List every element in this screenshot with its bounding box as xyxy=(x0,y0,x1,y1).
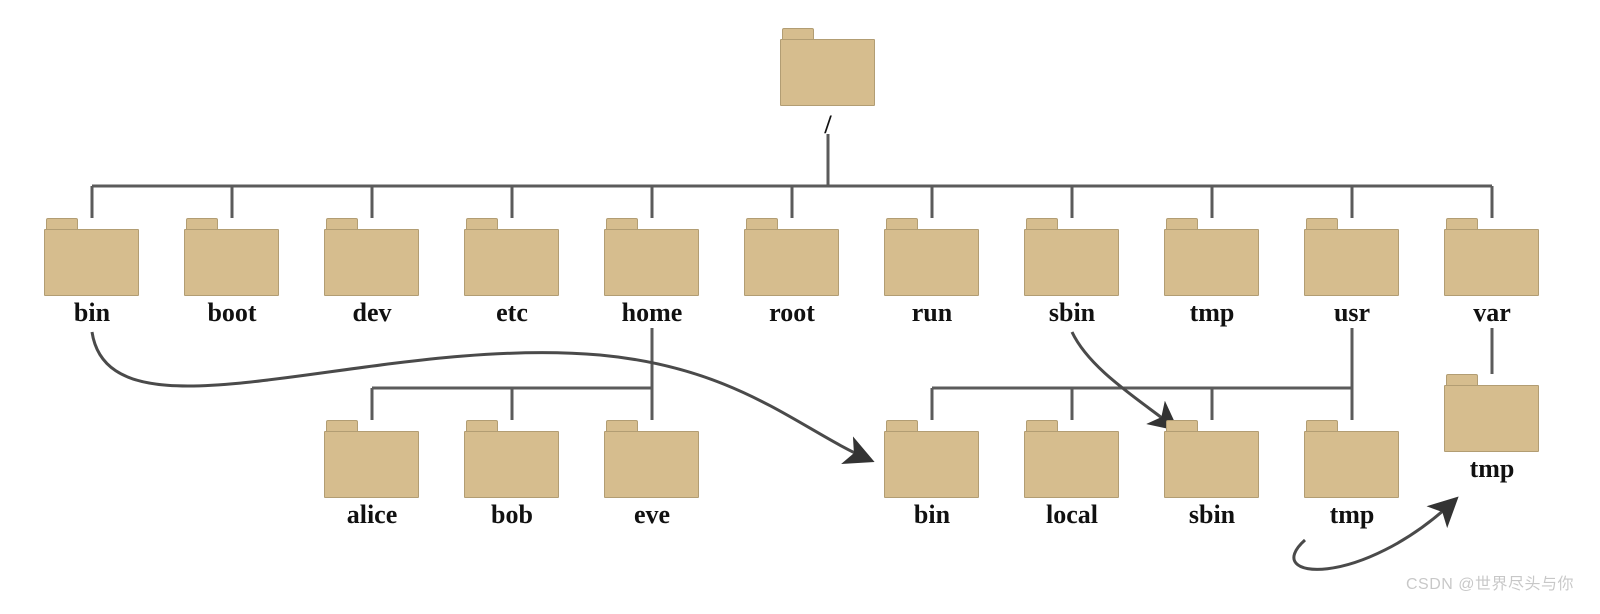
label-run: run xyxy=(862,298,1002,328)
folder-boot xyxy=(184,218,279,296)
label-alice: alice xyxy=(302,500,442,530)
label-usr: usr xyxy=(1282,298,1422,328)
label-root: / xyxy=(758,110,898,140)
folder-run xyxy=(884,218,979,296)
label-root-dir: root xyxy=(722,298,862,328)
folder-tmp xyxy=(1164,218,1259,296)
folder-usr xyxy=(1304,218,1399,296)
folder-bin xyxy=(44,218,139,296)
folder-usr-tmp xyxy=(1304,420,1399,498)
folder-eve xyxy=(604,420,699,498)
label-tmp: tmp xyxy=(1142,298,1282,328)
label-sbin: sbin xyxy=(1002,298,1142,328)
folder-root-dir xyxy=(744,218,839,296)
label-usr-bin: bin xyxy=(862,500,1002,530)
folder-root xyxy=(780,28,875,106)
label-bin: bin xyxy=(22,298,162,328)
label-etc: etc xyxy=(442,298,582,328)
folder-dev xyxy=(324,218,419,296)
label-usr-sbin: sbin xyxy=(1142,500,1282,530)
label-boot: boot xyxy=(162,298,302,328)
folder-etc xyxy=(464,218,559,296)
label-var: var xyxy=(1422,298,1562,328)
folder-sbin xyxy=(1024,218,1119,296)
label-dev: dev xyxy=(302,298,442,328)
folder-var xyxy=(1444,218,1539,296)
folder-var-tmp xyxy=(1444,374,1539,452)
folder-alice xyxy=(324,420,419,498)
folder-usr-bin xyxy=(884,420,979,498)
folder-home xyxy=(604,218,699,296)
label-bob: bob xyxy=(442,500,582,530)
symlink-sbin-to-usr-sbin xyxy=(1072,332,1175,428)
folder-usr-local xyxy=(1024,420,1119,498)
label-usr-tmp: tmp xyxy=(1282,500,1422,530)
watermark: CSDN @世界尽头与你 xyxy=(1406,570,1574,594)
label-eve: eve xyxy=(582,500,722,530)
folder-bob xyxy=(464,420,559,498)
label-usr-local: local xyxy=(1002,500,1142,530)
label-var-tmp: tmp xyxy=(1422,454,1562,484)
folder-usr-sbin xyxy=(1164,420,1259,498)
label-home: home xyxy=(582,298,722,328)
